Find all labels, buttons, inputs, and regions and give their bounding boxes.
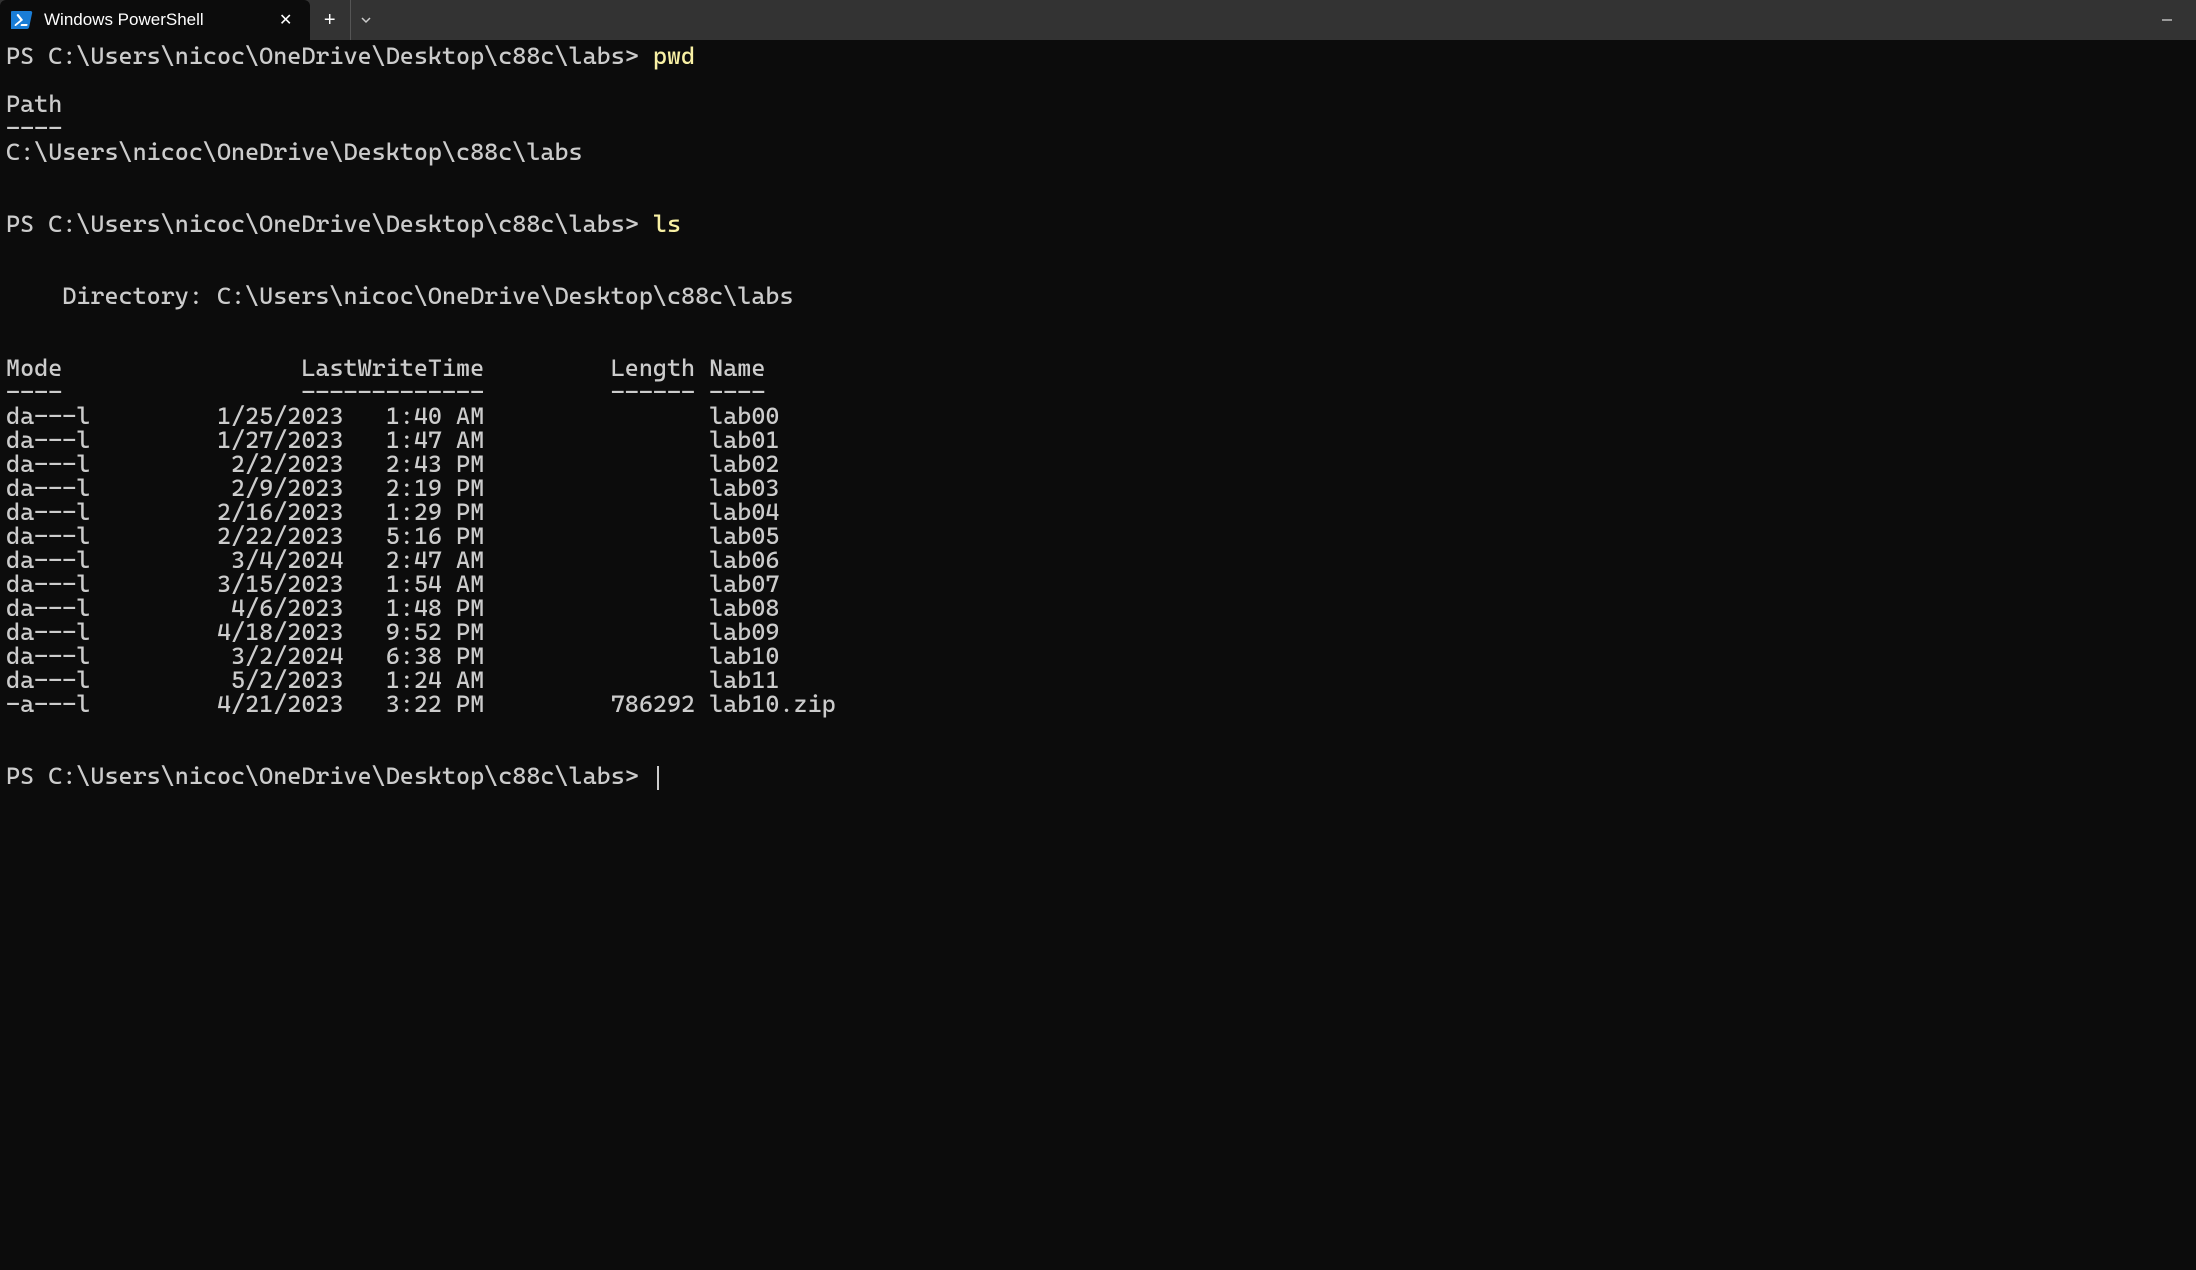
terminal-output[interactable]: PS C:\Users\nicoc\OneDrive\Desktop\c88c\… xyxy=(0,40,2196,794)
powershell-icon xyxy=(10,8,34,32)
prompt: PS C:\Users\nicoc\OneDrive\Desktop\c88c\… xyxy=(6,762,639,790)
prompt: PS C:\Users\nicoc\OneDrive\Desktop\c88c\… xyxy=(6,42,639,70)
prompt: PS C:\Users\nicoc\OneDrive\Desktop\c88c\… xyxy=(6,210,639,238)
command-pwd: pwd xyxy=(653,42,695,70)
close-tab-button[interactable]: ✕ xyxy=(274,8,298,32)
new-tab-button[interactable]: + xyxy=(310,0,350,40)
cursor xyxy=(657,766,659,790)
tab-title: Windows PowerShell xyxy=(44,10,204,30)
minimize-button[interactable] xyxy=(2138,0,2196,40)
command-ls: ls xyxy=(653,210,681,238)
window-controls xyxy=(2138,0,2196,40)
pwd-value: C:\Users\nicoc\OneDrive\Desktop\c88c\lab… xyxy=(6,138,583,166)
titlebar: Windows PowerShell ✕ + xyxy=(0,0,2196,40)
tab-dropdown-button[interactable] xyxy=(350,0,382,40)
tab-powershell[interactable]: Windows PowerShell ✕ xyxy=(0,0,310,40)
file-listing-table: Mode LastWriteTime Length Name ---- ----… xyxy=(6,354,836,718)
directory-line: Directory: C:\Users\nicoc\OneDrive\Deskt… xyxy=(6,282,794,310)
